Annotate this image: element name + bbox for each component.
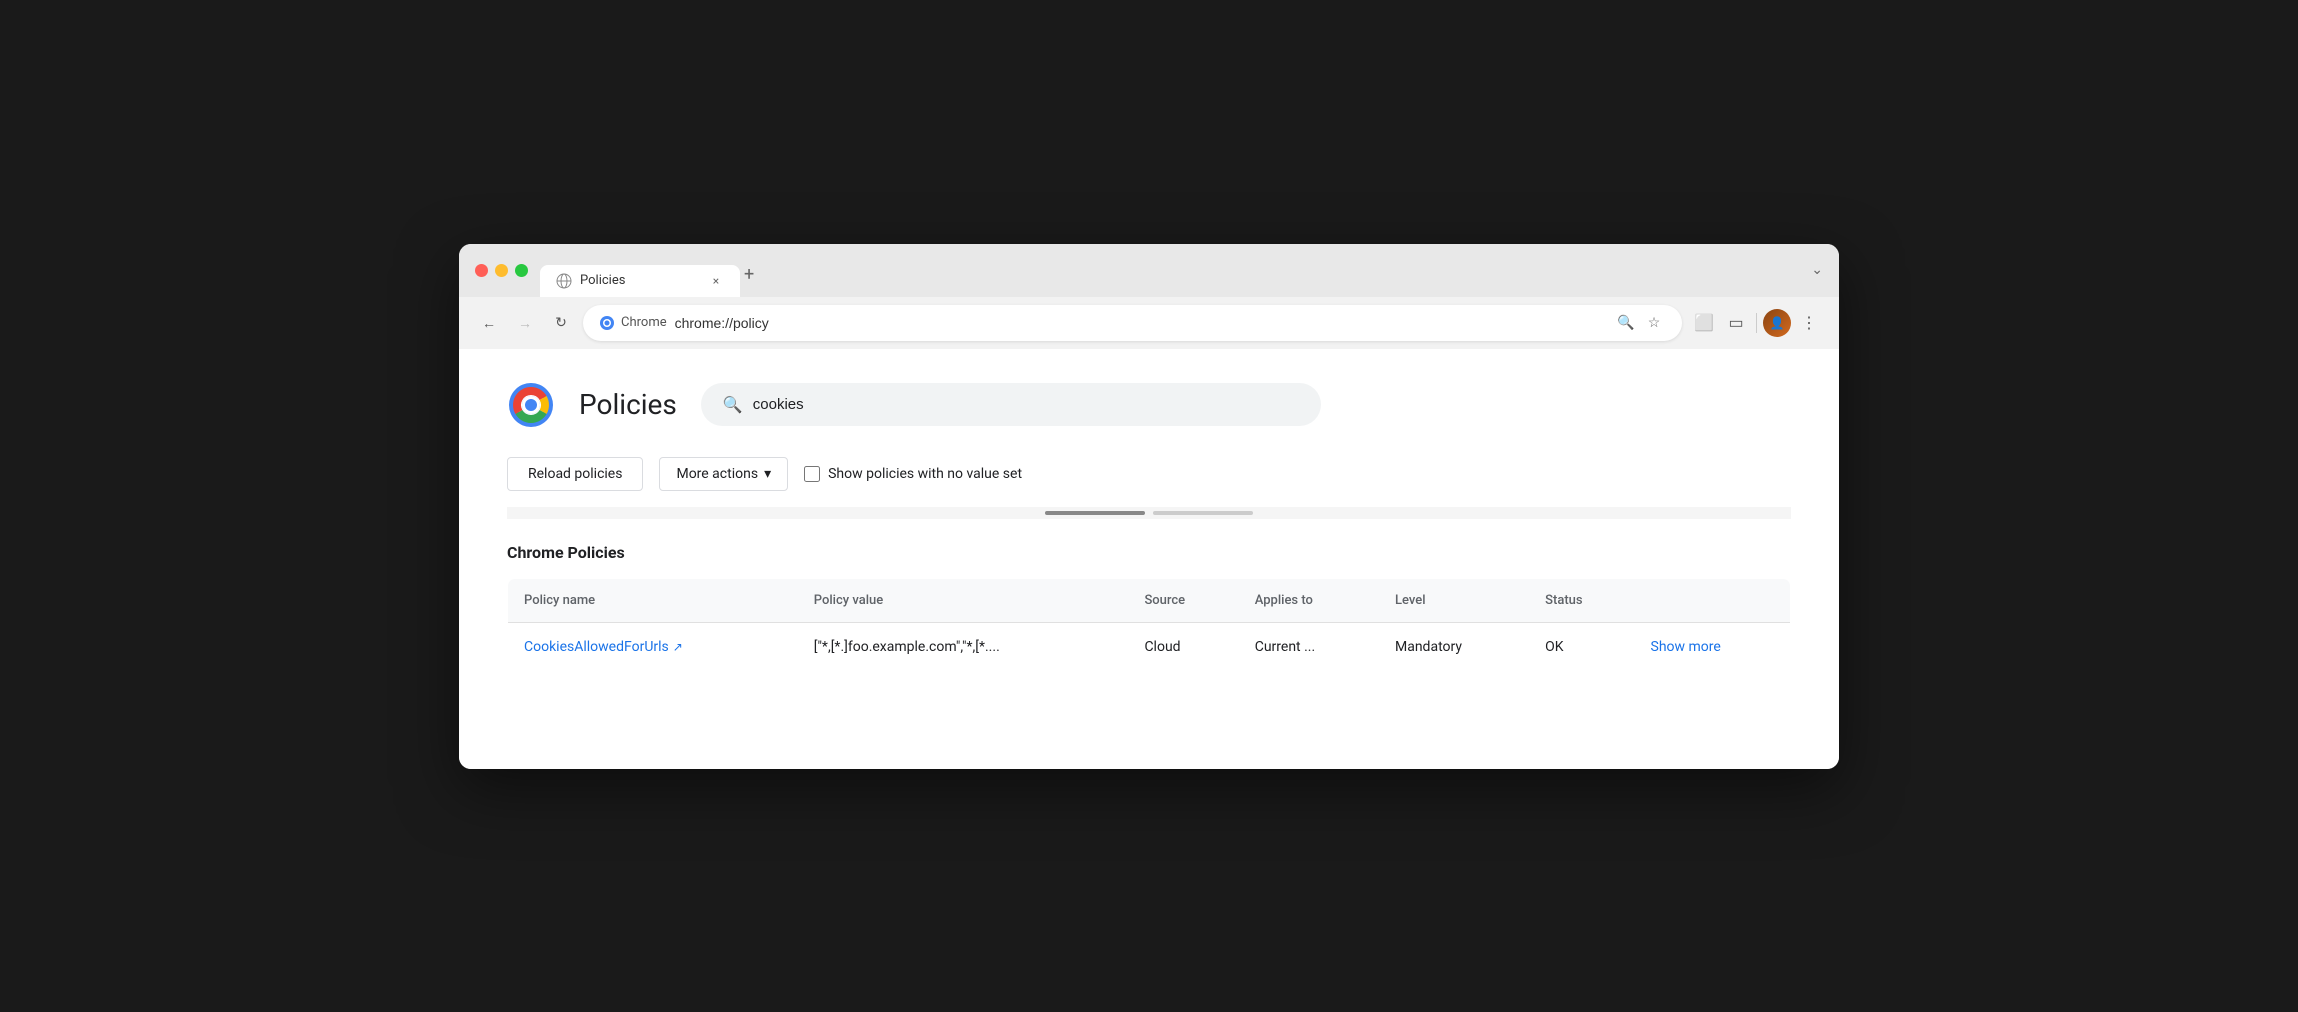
- reload-button[interactable]: ↻: [547, 309, 575, 337]
- show-no-value-checkbox-label[interactable]: Show policies with no value set: [804, 466, 1022, 482]
- scroll-pill-2: [1153, 511, 1253, 515]
- cookies-allowed-for-urls-link[interactable]: CookiesAllowedForUrls ↗: [524, 639, 782, 655]
- policy-source-cell: Cloud: [1128, 622, 1238, 671]
- toolbar-divider: [1756, 313, 1757, 333]
- sidebar-button[interactable]: ▭: [1722, 309, 1750, 337]
- page-content: Policies 🔍 Reload policies More actions …: [459, 349, 1839, 769]
- nav-toolbar: ⬜ ▭ 👤 ⋮: [1690, 309, 1823, 337]
- tab-title: Policies: [580, 273, 700, 288]
- tab-close-button[interactable]: ×: [708, 273, 724, 289]
- minimize-button[interactable]: [495, 264, 508, 277]
- search-page-button[interactable]: 🔍: [1614, 311, 1638, 335]
- search-bar[interactable]: 🔍: [701, 383, 1321, 426]
- col-header-policy-name: Policy name: [508, 578, 798, 622]
- col-header-source: Source: [1128, 578, 1238, 622]
- policy-action-cell: Show more: [1635, 622, 1791, 671]
- external-link-icon: ↗: [673, 640, 683, 654]
- back-button[interactable]: ←: [475, 309, 503, 337]
- extensions-button[interactable]: ⬜: [1690, 309, 1718, 337]
- scroll-pill-1: [1045, 511, 1145, 515]
- scroll-hint: [507, 507, 1791, 519]
- avatar-image: 👤: [1763, 309, 1791, 337]
- show-no-value-checkbox[interactable]: [804, 466, 820, 482]
- show-no-value-label: Show policies with no value set: [828, 466, 1022, 482]
- new-tab-button[interactable]: +: [740, 256, 766, 297]
- policy-status-cell: OK: [1529, 622, 1634, 671]
- search-icon: 🔍: [723, 395, 743, 414]
- page-header: Policies 🔍: [507, 381, 1791, 429]
- close-button[interactable]: [475, 264, 488, 277]
- maximize-button[interactable]: [515, 264, 528, 277]
- more-actions-button[interactable]: More actions ▾: [659, 457, 788, 491]
- col-header-policy-value: Policy value: [798, 578, 1129, 622]
- col-header-level: Level: [1379, 578, 1529, 622]
- address-bar[interactable]: Chrome 🔍 ☆: [583, 305, 1682, 341]
- col-header-action: [1635, 578, 1791, 622]
- site-info: Chrome: [599, 315, 667, 331]
- table-header-row: Policy name Policy value Source Applies …: [508, 578, 1791, 622]
- chrome-logo: [507, 381, 555, 429]
- traffic-lights: [475, 264, 528, 289]
- title-bar: Policies × + ⌄: [459, 244, 1839, 297]
- forward-button[interactable]: →: [511, 309, 539, 337]
- page-title: Policies: [579, 388, 677, 421]
- chrome-site-icon: [599, 315, 615, 331]
- policy-level-cell: Mandatory: [1379, 622, 1529, 671]
- window-collapse-button[interactable]: ⌄: [1811, 262, 1823, 290]
- site-name: Chrome: [621, 315, 667, 330]
- policy-applies-to-cell: Current ...: [1239, 622, 1379, 671]
- policy-table: Policy name Policy value Source Applies …: [507, 578, 1791, 672]
- reload-policies-button[interactable]: Reload policies: [507, 457, 643, 491]
- actions-row: Reload policies More actions ▾ Show poli…: [507, 457, 1791, 491]
- search-input[interactable]: [753, 396, 1299, 413]
- active-tab[interactable]: Policies ×: [540, 265, 740, 297]
- policy-name-text: CookiesAllowedForUrls: [524, 639, 669, 655]
- tab-favicon: [556, 273, 572, 289]
- nav-bar: ← → ↻ Chrome 🔍 ☆ ⬜ ▭ 👤: [459, 297, 1839, 349]
- address-actions: 🔍 ☆: [1614, 311, 1666, 335]
- col-header-applies-to: Applies to: [1239, 578, 1379, 622]
- tabs-area: Policies × +: [540, 256, 1799, 297]
- chevron-down-icon: ▾: [764, 466, 771, 482]
- bookmark-button[interactable]: ☆: [1642, 311, 1666, 335]
- col-header-status: Status: [1529, 578, 1634, 622]
- show-more-link[interactable]: Show more: [1651, 639, 1721, 655]
- browser-window: Policies × + ⌄ ← → ↻ Chrome 🔍 ☆: [459, 244, 1839, 769]
- chrome-menu-button[interactable]: ⋮: [1795, 309, 1823, 337]
- profile-avatar[interactable]: 👤: [1763, 309, 1791, 337]
- url-input[interactable]: [675, 315, 1606, 331]
- more-actions-label: More actions: [676, 466, 758, 482]
- policy-name-cell: CookiesAllowedForUrls ↗: [508, 622, 798, 671]
- table-row: CookiesAllowedForUrls ↗ ["*,[*.]foo.exam…: [508, 622, 1791, 671]
- policy-value-cell: ["*,[*.]foo.example.com","*,[*....: [798, 622, 1129, 671]
- chrome-policies-heading: Chrome Policies: [507, 543, 1791, 562]
